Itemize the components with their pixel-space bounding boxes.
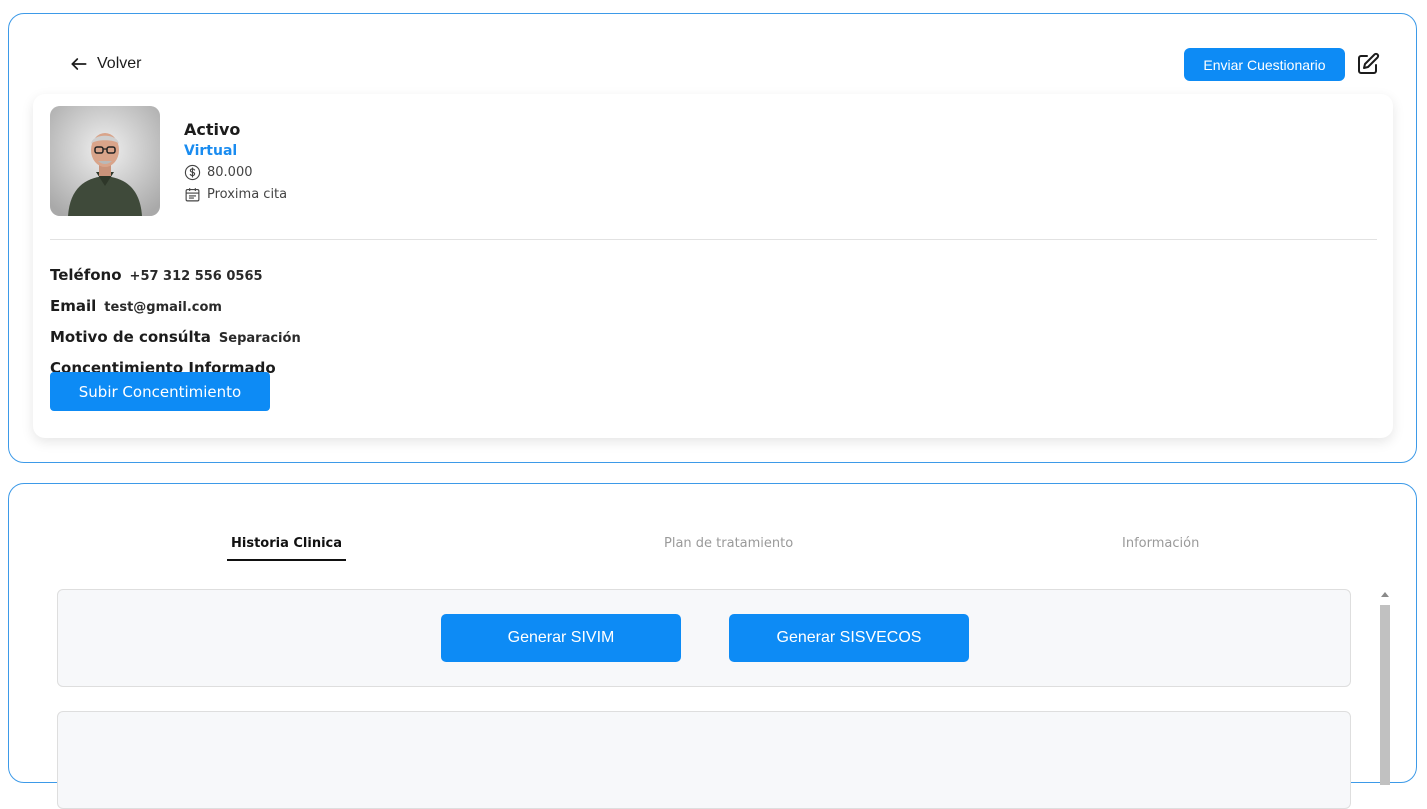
dollar-icon [184,164,201,181]
tab-informacion[interactable]: Información [1122,536,1199,559]
avatar-photo [50,106,160,216]
tabs: Historia Clinica Plan de tratamiento Inf… [9,536,1418,566]
profile-panel: Activo Virtual 80.000 Proxima cita Teléf… [33,94,1393,438]
profile-meta: Activo Virtual 80.000 Proxima cita [184,120,287,203]
email-value: test@gmail.com [104,300,222,315]
reason-field: Motivo de consúlta Separación [50,328,301,346]
divider [50,239,1377,240]
report-actions-panel: Generar SIVIM Generar SISVECOS [57,589,1351,687]
scroll-up-icon[interactable] [1381,592,1389,597]
generate-sisvecos-button[interactable]: Generar SISVECOS [729,614,969,662]
phone-field: Teléfono +57 312 556 0565 [50,266,263,284]
tab-plan-de-tratamiento[interactable]: Plan de tratamiento [664,536,793,559]
upload-consent-button[interactable]: Subir Concentimiento [50,372,270,411]
phone-value: +57 312 556 0565 [129,269,263,284]
scrollbar[interactable] [1378,589,1392,789]
phone-label: Teléfono [50,266,122,284]
send-questionnaire-button[interactable]: Enviar Cuestionario [1184,48,1345,81]
records-panel [57,711,1351,809]
scroll-thumb[interactable] [1380,605,1390,785]
tab-historia-clinica[interactable]: Historia Clinica [227,536,347,561]
avatar [50,106,160,216]
next-appointment-row: Proxima cita [184,186,287,203]
price-value: 80.000 [207,165,253,180]
edit-icon[interactable] [1356,52,1380,76]
records-card: Historia Clinica Plan de tratamiento Inf… [8,483,1418,809]
generate-sivim-button[interactable]: Generar SIVIM [441,614,681,662]
calendar-icon [185,188,200,202]
reason-label: Motivo de consúlta [50,328,211,346]
arrow-left-icon [71,58,87,70]
patient-card: Volver Enviar Cuestionario Activo Virtua… [8,13,1417,463]
back-button[interactable]: Volver [69,54,141,74]
reason-value: Separación [218,331,301,346]
next-appointment-label: Proxima cita [207,187,288,202]
back-label: Volver [97,55,142,72]
email-label: Email [50,297,97,315]
mode-label: Virtual [184,143,238,159]
price-row: 80.000 [184,164,287,181]
email-field: Email test@gmail.com [50,297,222,315]
status-label: Activo [184,120,241,139]
